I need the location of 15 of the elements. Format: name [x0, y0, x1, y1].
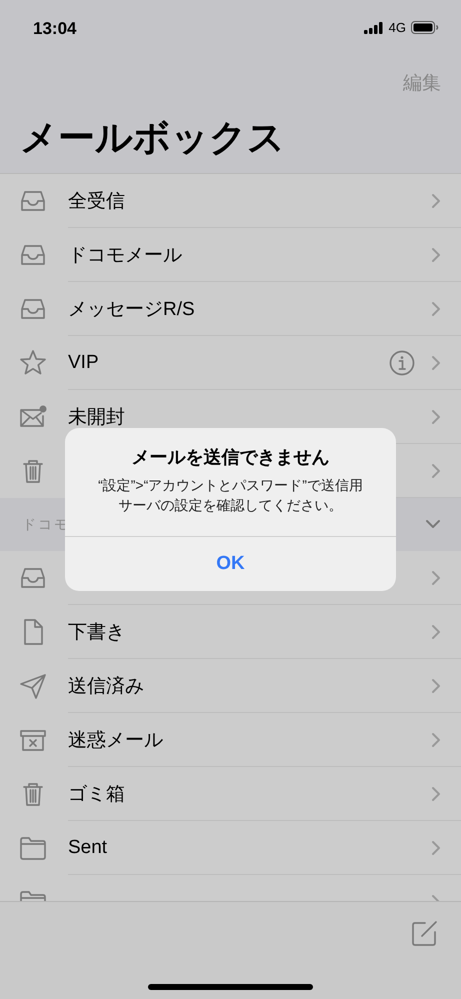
mailbox-label: 全受信 — [68, 190, 126, 214]
mailbox-label: 未開封 — [68, 406, 126, 430]
mailbox-label: 迷惑メール — [68, 728, 164, 752]
network-type: 4G — [388, 20, 406, 35]
mailbox-label: VIP — [68, 352, 100, 374]
mailbox-label: ドコモメール — [68, 244, 183, 268]
mailbox-label: Sent — [68, 836, 108, 858]
status-time: 13:04 — [33, 18, 76, 38]
mailbox-label: 送信済み — [68, 674, 145, 698]
alert-title: メールを送信できません — [132, 446, 330, 469]
page-title: メールボックス — [19, 116, 286, 160]
mailbox-label: メッセージR/S — [68, 298, 196, 322]
alert-message: “設定”>“アカウントとパスワード”で送信用サーバの設定を確認してください。 — [65, 475, 396, 537]
mailbox-label: ゴミ箱 — [68, 782, 126, 806]
mailbox-label: 下書き — [68, 620, 126, 644]
